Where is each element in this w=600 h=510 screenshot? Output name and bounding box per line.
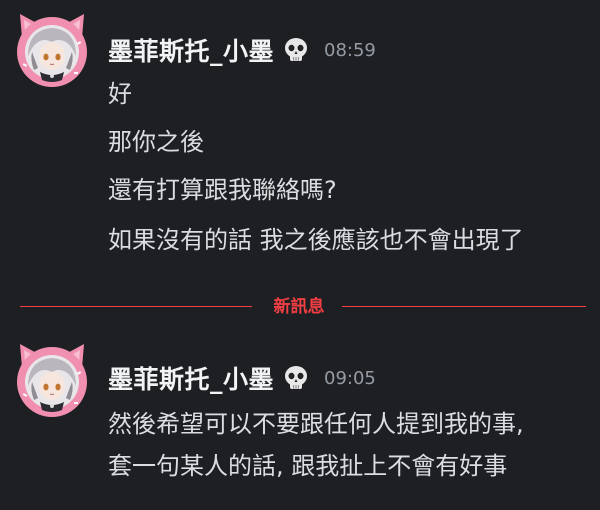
avatar-image xyxy=(17,14,87,87)
message-line[interactable]: 好 xyxy=(108,78,132,110)
avatar-image xyxy=(17,344,87,417)
message-line[interactable]: 那你之後 xyxy=(108,126,204,158)
message-line[interactable]: 然後希望可以不要跟任何人提到我的事, xyxy=(108,408,524,440)
avatar[interactable] xyxy=(14,342,90,418)
skull-icon xyxy=(282,36,310,64)
timestamp: 09:05 xyxy=(324,367,376,389)
divider-rule-right xyxy=(342,306,586,307)
message-line[interactable]: 套一句某人的話, 跟我扯上不會有好事 xyxy=(108,450,507,482)
username[interactable]: 墨菲斯托_小墨 xyxy=(108,360,274,396)
message-header: 墨菲斯托_小墨 08:59 xyxy=(108,32,376,68)
timestamp: 08:59 xyxy=(324,39,376,61)
new-messages-label: 新訊息 xyxy=(273,297,325,317)
username[interactable]: 墨菲斯托_小墨 xyxy=(108,32,274,68)
message-line[interactable]: 如果沒有的話 我之後應該也不會出現了 xyxy=(108,224,524,256)
divider-rule-left xyxy=(20,306,252,307)
skull-icon xyxy=(282,364,310,392)
avatar[interactable] xyxy=(14,12,90,88)
new-messages-divider: 新訊息 xyxy=(20,295,586,317)
message-line[interactable]: 還有打算跟我聯絡嗎? xyxy=(108,174,337,206)
message-header: 墨菲斯托_小墨 09:05 xyxy=(108,360,376,396)
